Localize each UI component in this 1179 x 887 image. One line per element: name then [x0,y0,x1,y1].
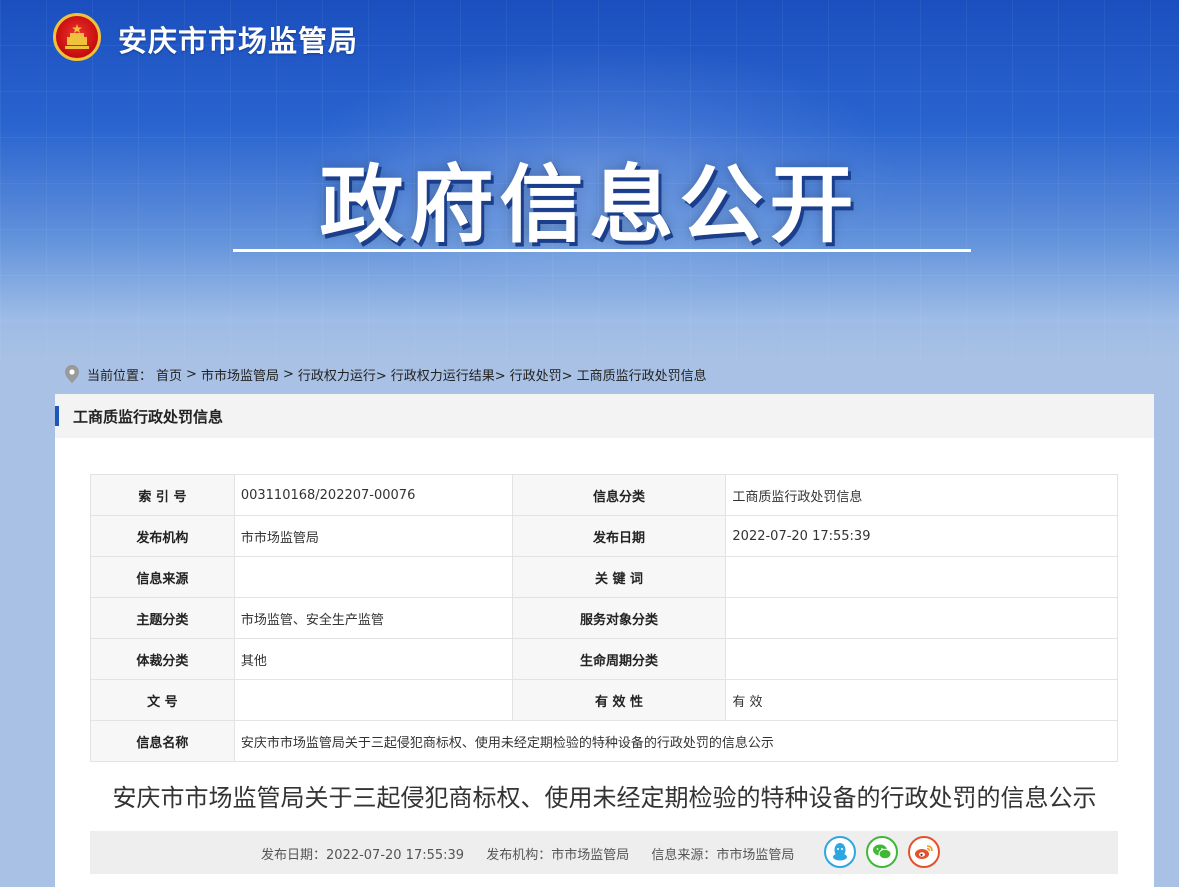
meta-publish-date: 发布日期：2022-07-20 17:55:39 [261,848,465,863]
field-value-lifecycle [725,638,1118,680]
site-title[interactable]: 安庆市市场监管局 [118,18,358,60]
field-label-publish-date: 发布日期 [511,515,727,557]
location-pin-icon [65,365,79,383]
field-label-publisher: 发布机构 [90,515,235,557]
field-value-category: 工商质监行政处罚信息 [725,474,1118,516]
share-wechat-button[interactable] [866,836,898,868]
banner-title: 政府信息公开 [319,156,860,254]
document-meta-bar: 发布日期：2022-07-20 17:55:39 发布机构：市市场监管局 信息来… [90,831,1118,874]
field-label-topic: 主题分类 [90,597,235,639]
field-value-genre: 其他 [233,638,513,680]
table-row: 信息名称 安庆市市场监管局关于三起侵犯商标权、使用未经定期检验的特种设备的行政处… [90,720,1119,762]
field-label-index: 索 引 号 [90,474,235,516]
info-table: 索 引 号 003110168/202207-00076 信息分类 工商质监行政… [90,474,1119,762]
breadcrumb-bureau-link[interactable]: 市市场监管局 [201,365,279,384]
field-label-category: 信息分类 [511,474,727,516]
field-value-publish-date: 2022-07-20 17:55:39 [725,515,1118,557]
breadcrumb-power-link[interactable]: 行政权力运行> [298,365,387,384]
field-label-doc-number: 文 号 [90,679,235,721]
field-value-info-name: 安庆市市场监管局关于三起侵犯商标权、使用未经定期检验的特种设备的行政处罚的信息公… [233,720,1119,762]
field-label-lifecycle: 生命周期分类 [511,638,727,680]
field-value-source [233,556,513,598]
field-value-doc-number [233,679,513,721]
field-label-info-name: 信息名称 [90,720,235,762]
weibo-icon [915,845,933,859]
field-label-keywords: 关 键 词 [511,556,727,598]
table-row: 主题分类 市场监管、安全生产监管 服务对象分类 [90,597,1118,639]
banner-divider [233,249,971,252]
share-qq-button[interactable] [824,836,856,868]
content-panel: 工商质监行政处罚信息 索 引 号 003110168/202207-00076 … [55,394,1154,887]
field-value-publisher: 市市场监管局 [233,515,513,557]
panel-header-accent [55,406,59,426]
document-meta: 发布日期：2022-07-20 17:55:39 发布机构：市市场监管局 信息来… [261,844,812,863]
field-value-index: 003110168/202207-00076 [233,474,513,516]
field-label-genre: 体裁分类 [90,638,235,680]
breadcrumb-home-link[interactable]: 首页 [156,365,182,384]
field-value-keywords [725,556,1118,598]
national-emblem-icon [53,13,101,61]
table-row: 索 引 号 003110168/202207-00076 信息分类 工商质监行政… [90,474,1118,516]
table-row: 体裁分类 其他 生命周期分类 [90,638,1118,680]
breadcrumb: 当前位置： 首页 > 市市场监管局 > 行政权力运行> 行政权力运行结果> 行政… [65,364,711,384]
field-label-audience: 服务对象分类 [511,597,727,639]
table-row: 文 号 有 效 性 有 效 [90,679,1118,721]
share-weibo-button[interactable] [908,836,940,868]
panel-heading: 工商质监行政处罚信息 [73,408,224,426]
field-value-validity: 有 效 [725,679,1118,721]
field-label-validity: 有 效 性 [511,679,727,721]
field-value-topic: 市场监管、安全生产监管 [233,597,513,639]
breadcrumb-separator: > [282,366,294,382]
meta-source: 信息来源：市市场监管局 [651,848,795,863]
meta-publisher: 发布机构：市市场监管局 [486,848,630,863]
table-row: 发布机构 市市场监管局 发布日期 2022-07-20 17:55:39 [90,515,1118,557]
qq-icon [833,843,847,861]
document-title: 安庆市市场监管局关于三起侵犯商标权、使用未经定期检验的特种设备的行政处罚的信息公… [112,784,1097,812]
hero-banner: 安庆市市场监管局 政府信息公开 [0,0,1179,360]
wechat-icon [873,844,892,860]
breadcrumb-penalty-link[interactable]: 行政处罚> [510,365,573,384]
field-value-audience [725,597,1118,639]
breadcrumb-current-link[interactable]: 工商质监行政处罚信息 [577,365,707,384]
breadcrumb-result-link[interactable]: 行政权力运行结果> [391,365,506,384]
table-row: 信息来源 关 键 词 [90,556,1118,598]
breadcrumb-separator: > [186,366,197,382]
breadcrumb-prefix: 当前位置： [87,368,153,384]
panel-header: 工商质监行政处罚信息 [55,394,1154,438]
field-label-source: 信息来源 [90,556,235,598]
